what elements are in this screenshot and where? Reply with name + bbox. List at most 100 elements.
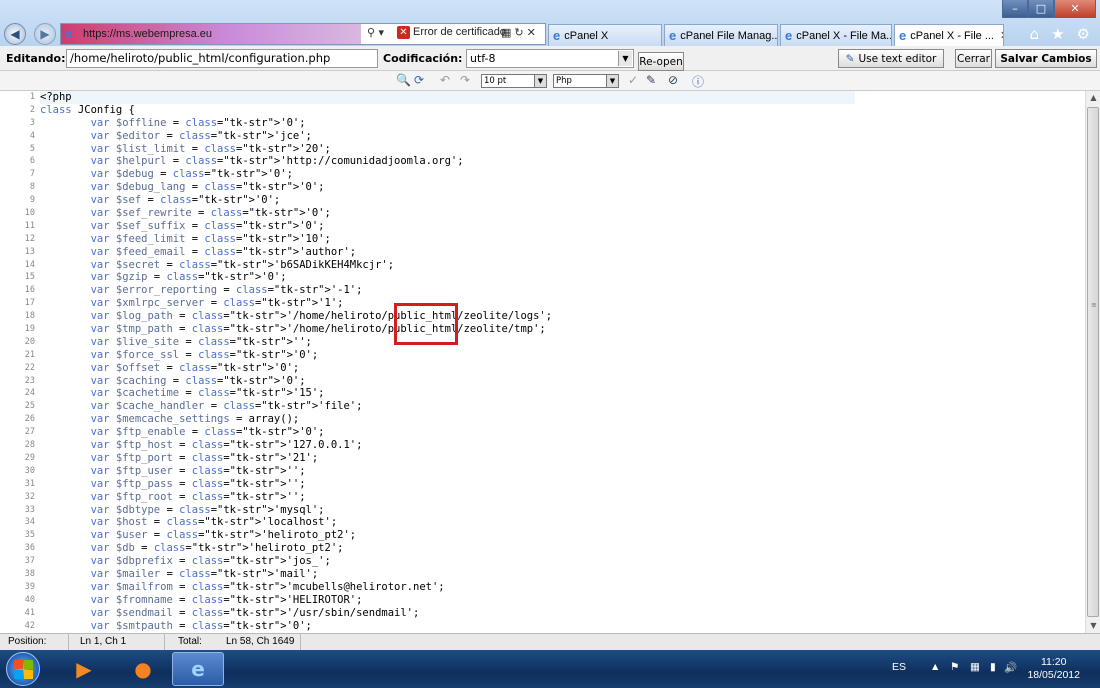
code-line[interactable]: var $error_reporting = class="tk-str">'-… [40, 284, 1080, 297]
signal-icon[interactable]: ▮ [990, 661, 996, 673]
address-tools-icon[interactable]: ▦↻✕ [501, 26, 539, 39]
code-line[interactable]: var $mailfrom = class="tk-str">'mcubells… [40, 581, 1080, 594]
maximize-icon[interactable]: □ [1028, 0, 1054, 18]
line-number: 22 [24, 362, 35, 373]
code-line[interactable]: var $dbprefix = class="tk-str">'jos_'; [40, 555, 1080, 568]
code-line[interactable]: var $ftp_pass = class="tk-str">''; [40, 478, 1080, 491]
code-line[interactable]: var $mailer = class="tk-str">'mail'; [40, 568, 1080, 581]
code-line[interactable]: var $caching = class="tk-str">'0'; [40, 375, 1080, 388]
help-icon[interactable]: ⓘ [692, 73, 704, 90]
code-line[interactable]: var $ftp_host = class="tk-str">'127.0.0.… [40, 439, 1080, 452]
tab-file-manager[interactable]: e cPanel File Manag... [664, 24, 778, 46]
use-text-editor-button[interactable]: ✎ Use text editor [838, 49, 944, 68]
code-line[interactable]: var $cachetime = class="tk-str">'15'; [40, 387, 1080, 400]
internet-explorer-taskbar-button[interactable]: e [172, 652, 224, 686]
code-line[interactable]: var $user = class="tk-str">'heliroto_pt2… [40, 529, 1080, 542]
code-line[interactable]: var $xmlrpc_server = class="tk-str">'1'; [40, 297, 1080, 310]
reopen-button[interactable]: Re-open [638, 52, 684, 71]
close-button[interactable]: Cerrar [955, 49, 992, 68]
scroll-up-icon[interactable]: ▲ [1086, 91, 1100, 105]
code-line[interactable]: var $secret = class="tk-str">'b6SADikKEH… [40, 259, 1080, 272]
undo-icon[interactable]: ↶ [440, 73, 450, 87]
chevron-down-icon[interactable]: ▼ [534, 75, 546, 87]
tray-app-icon[interactable]: ▦ [970, 661, 980, 673]
code-line[interactable]: var $fromname = class="tk-str">'HELIROTO… [40, 594, 1080, 607]
code-editor[interactable]: 1 2 3 4 5 6 7 8 9 10 11 12 13 14 15 16 17 18 19 20 21 22 23 24 2… [0, 91, 1085, 633]
syntax-select[interactable]: Php ▼ [553, 74, 619, 88]
reformat-icon[interactable]: ✎ [646, 73, 656, 87]
save-changes-button[interactable]: Salvar Cambios [995, 49, 1097, 68]
chevron-down-icon[interactable]: ▼ [618, 51, 632, 66]
go-to-line-icon[interactable]: ⟳ [414, 73, 424, 87]
code-line[interactable]: var $sendmail = class="tk-str">'/usr/sbi… [40, 607, 1080, 620]
close-window-icon[interactable]: ✕ [1054, 0, 1096, 18]
search-icon[interactable]: ⚲ ▾ [367, 26, 384, 39]
code-line[interactable]: var $sef_suffix = class="tk-str">'0'; [40, 220, 1080, 233]
settings-gear-icon[interactable]: ⚙ [1077, 25, 1090, 43]
back-button[interactable]: ◀ [4, 23, 26, 45]
clock-time: 11:20 [1040, 656, 1067, 668]
code-line[interactable]: var $debug = class="tk-str">'0'; [40, 168, 1080, 181]
code-line[interactable]: var $ftp_port = class="tk-str">'21'; [40, 452, 1080, 465]
code-line[interactable]: var $debug_lang = class="tk-str">'0'; [40, 181, 1080, 194]
code-line[interactable]: var $memcache_settings = array(); [40, 413, 1080, 426]
minimize-icon[interactable]: – [1002, 0, 1028, 18]
network-flag-icon[interactable]: ⚑ [950, 661, 959, 673]
certificate-error-icon[interactable]: ✕ [397, 26, 410, 39]
code-line[interactable]: var $tmp_path = class="tk-str">'/home/he… [40, 323, 1080, 336]
clock[interactable]: 11:20 18/05/2012 [1027, 656, 1080, 682]
code-line[interactable]: var $dbtype = class="tk-str">'mysql'; [40, 504, 1080, 517]
toggle-editor-icon[interactable]: ⊘ [668, 73, 678, 87]
scroll-down-icon[interactable]: ▼ [1086, 619, 1100, 633]
code-line[interactable]: <?php [40, 91, 855, 104]
code-line[interactable]: var $editor = class="tk-str">'jce'; [40, 130, 1080, 143]
code-lines[interactable]: <?php class JConfig { var $offline = clas… [40, 91, 1080, 632]
code-line[interactable]: var $smtpauth = class="tk-str">'0'; [40, 620, 1080, 633]
show-hidden-icons-icon[interactable]: ▲ [930, 661, 940, 673]
code-line[interactable]: var $ftp_root = class="tk-str">''; [40, 491, 1080, 504]
media-player-taskbar-button[interactable]: ▶ [58, 652, 110, 686]
code-line[interactable]: var $ftp_user = class="tk-str">''; [40, 465, 1080, 478]
scrollbar-thumb[interactable]: ≡ [1087, 107, 1099, 617]
language-indicator[interactable]: ES [892, 661, 906, 673]
encoding-select[interactable]: utf-8 ▼ [466, 49, 634, 68]
volume-icon[interactable]: 🔊 [1004, 661, 1017, 674]
code-line[interactable]: var $live_site = class="tk-str">''; [40, 336, 1080, 349]
code-line[interactable]: var $list_limit = class="tk-str">'20'; [40, 143, 1080, 156]
forward-button[interactable]: ▶ [34, 23, 56, 45]
code-line[interactable]: var $log_path = class="tk-str">'/home/he… [40, 310, 1080, 323]
address-bar[interactable]: e https://ms.webempresa.eu ⚲ ▾ ✕ Error d… [60, 23, 546, 45]
font-size-select[interactable]: 10 pt ▼ [481, 74, 547, 88]
code-line[interactable]: var $force_ssl = class="tk-str">'0'; [40, 349, 1080, 362]
home-icon[interactable]: ⌂ [1030, 25, 1040, 43]
tab-close-icon[interactable]: ✕ [1000, 29, 1003, 42]
code-line[interactable]: var $helpurl = class="tk-str">'http://co… [40, 155, 1080, 168]
code-line[interactable]: var $feed_limit = class="tk-str">'10'; [40, 233, 1080, 246]
code-line[interactable]: class JConfig { [40, 104, 1080, 117]
tab-file-manager-2[interactable]: e cPanel X - File Ma... [780, 24, 892, 46]
line-number: 19 [24, 324, 35, 335]
vertical-scrollbar[interactable]: ▲ ≡ ▼ [1085, 91, 1100, 633]
code-line[interactable]: var $host = class="tk-str">'localhost'; [40, 516, 1080, 529]
code-line[interactable]: var $ftp_enable = class="tk-str">'0'; [40, 426, 1080, 439]
chevron-down-icon[interactable]: ▼ [606, 75, 618, 87]
favorites-icon[interactable]: ★ [1051, 25, 1064, 43]
file-path-field[interactable]: /home/heliroto/public_html/configuration… [66, 49, 378, 68]
code-line[interactable]: var $feed_email = class="tk-str">'author… [40, 246, 1080, 259]
highlight-icon[interactable]: ✓ [628, 73, 638, 87]
tab-file-editor[interactable]: e cPanel X - File ... ✕ [894, 24, 1004, 46]
tab-cpanel-x[interactable]: e cPanel X [548, 24, 662, 46]
address-url[interactable]: e https://ms.webempresa.eu [61, 24, 361, 44]
code-line[interactable]: var $db = class="tk-str">'heliroto_pt2'; [40, 542, 1080, 555]
find-icon[interactable]: 🔍 [396, 73, 411, 87]
certificate-error[interactable]: Error de certificado [413, 26, 506, 38]
start-button[interactable] [6, 652, 40, 686]
code-line[interactable]: var $sef = class="tk-str">'0'; [40, 194, 1080, 207]
code-line[interactable]: var $offset = class="tk-str">'0'; [40, 362, 1080, 375]
code-line[interactable]: var $sef_rewrite = class="tk-str">'0'; [40, 207, 1080, 220]
firefox-taskbar-button[interactable]: ● [117, 652, 169, 686]
redo-icon[interactable]: ↷ [460, 73, 470, 87]
code-line[interactable]: var $cache_handler = class="tk-str">'fil… [40, 400, 1080, 413]
code-line[interactable]: var $offline = class="tk-str">'0'; [40, 117, 1080, 130]
code-line[interactable]: var $gzip = class="tk-str">'0'; [40, 271, 1080, 284]
